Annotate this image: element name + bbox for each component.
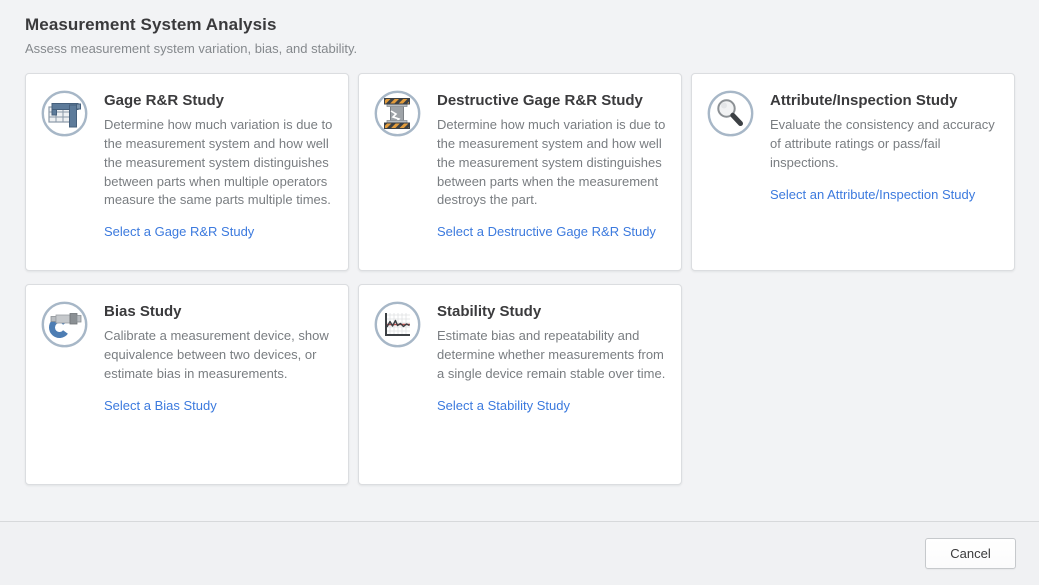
card-destructive-gage-rr-study[interactable]: Destructive Gage R&R Study Determine how… <box>358 73 682 271</box>
micrometer-icon <box>41 301 88 348</box>
card-description: Evaluate the consistency and accuracy of… <box>770 116 999 173</box>
page-header: Measurement System Analysis Assess measu… <box>0 0 1039 56</box>
select-destructive-gage-rr-link[interactable]: Select a Destructive Gage R&R Study <box>437 224 656 239</box>
run-chart-icon <box>374 301 421 348</box>
cancel-button[interactable]: Cancel <box>925 538 1016 569</box>
select-bias-link[interactable]: Select a Bias Study <box>104 398 217 413</box>
card-title: Stability Study <box>437 303 666 320</box>
select-gage-rr-link[interactable]: Select a Gage R&R Study <box>104 224 254 239</box>
card-description: Determine how much variation is due to t… <box>104 116 333 210</box>
card-body: Bias Study Calibrate a measurement devic… <box>104 301 333 415</box>
page-title: Measurement System Analysis <box>25 15 1014 35</box>
card-body: Gage R&R Study Determine how much variat… <box>104 90 333 241</box>
card-attribute-inspection-study[interactable]: Attribute/Inspection Study Evaluate the … <box>691 73 1015 271</box>
card-description: Calibrate a measurement device, show equ… <box>104 327 333 384</box>
card-body: Stability Study Estimate bias and repeat… <box>437 301 666 415</box>
card-title: Gage R&R Study <box>104 92 333 109</box>
card-title: Destructive Gage R&R Study <box>437 92 666 109</box>
magnifying-glass-icon <box>707 90 754 137</box>
card-body: Attribute/Inspection Study Evaluate the … <box>770 90 999 204</box>
card-bias-study[interactable]: Bias Study Calibrate a measurement devic… <box>25 284 349 485</box>
study-cards-grid: Gage R&R Study Determine how much variat… <box>25 73 1015 485</box>
card-description: Estimate bias and repeatability and dete… <box>437 327 666 384</box>
select-stability-link[interactable]: Select a Stability Study <box>437 398 570 413</box>
caliper-grid-icon <box>41 90 88 137</box>
page-subtitle: Assess measurement system variation, bia… <box>25 41 1014 56</box>
dialog-footer: Cancel <box>0 521 1039 585</box>
card-stability-study[interactable]: Stability Study Estimate bias and repeat… <box>358 284 682 485</box>
select-attribute-inspection-link[interactable]: Select an Attribute/Inspection Study <box>770 187 975 202</box>
card-body: Destructive Gage R&R Study Determine how… <box>437 90 666 241</box>
card-gage-rr-study[interactable]: Gage R&R Study Determine how much variat… <box>25 73 349 271</box>
card-description: Determine how much variation is due to t… <box>437 116 666 210</box>
card-title: Bias Study <box>104 303 333 320</box>
card-title: Attribute/Inspection Study <box>770 92 999 109</box>
destructive-press-icon <box>374 90 421 137</box>
